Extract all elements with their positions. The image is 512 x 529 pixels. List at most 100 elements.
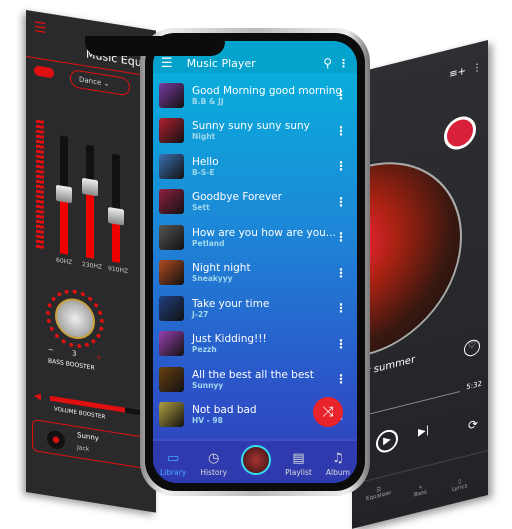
song-artist: J-27: [192, 309, 209, 319]
playlist-icon: ▤: [292, 451, 305, 466]
phone-frame: ☰ Music Player ⚲ ⋮ Good Morning good mor…: [140, 28, 370, 496]
bass-label: BASS BOOSTER: [48, 357, 95, 372]
menu-icon[interactable]: ☰: [34, 19, 47, 37]
song-item[interactable]: Night night Sneakyyy ⋮: [159, 257, 353, 289]
song-thumbnail: [159, 153, 184, 179]
song-more-icon[interactable]: ⋮: [335, 230, 347, 244]
level-meter: [36, 119, 44, 251]
volume-label: VOLUME BOOSTER: [54, 406, 106, 421]
song-artist: Petland: [192, 238, 225, 248]
song-item[interactable]: Just Kidding!!! Pezzh ⋮: [159, 328, 353, 360]
song-artist: Pezzh: [192, 345, 217, 354]
repeat-button[interactable]: ⟳: [468, 416, 478, 433]
song-item[interactable]: Goodbye Forever Sett ⋮: [159, 186, 353, 218]
song-title: Goodbye Forever: [192, 191, 282, 203]
bass-plus[interactable]: +: [96, 353, 102, 362]
search-icon[interactable]: ⚲: [323, 56, 332, 70]
song-thumbnail: [159, 366, 184, 392]
song-item[interactable]: How are you how are you... Petland ⋮: [159, 221, 353, 253]
song-item[interactable]: Hello B-S-E ⋮: [159, 150, 353, 182]
song-thumbnail: [159, 224, 184, 250]
song-artist: Sett: [192, 203, 210, 212]
band-slider-230[interactable]: [82, 144, 98, 259]
preset-select[interactable]: Dance ⌄: [70, 68, 130, 97]
shuffle-button[interactable]: ⤨: [313, 397, 343, 427]
song-title: Just Kidding!!!: [192, 333, 267, 345]
band-slider-60[interactable]: [56, 135, 72, 255]
song-item[interactable]: Good Morning good morning B.B & JJ ⋮: [159, 79, 353, 111]
song-artist: HV - 98: [192, 416, 223, 425]
song-more-icon[interactable]: ⋮: [335, 372, 347, 386]
song-artist: B.B & JJ: [192, 96, 224, 106]
equalizer-toggle[interactable]: [34, 65, 54, 79]
nav-bass[interactable]: ∿ Bass: [414, 483, 427, 498]
play-button[interactable]: ▶: [376, 427, 398, 455]
duration: 5:32: [466, 379, 482, 392]
nav-library[interactable]: ▭ Library: [160, 451, 186, 477]
mini-player[interactable]: Sunny Jack: [32, 418, 156, 472]
app-title: Music Player: [186, 56, 256, 70]
speaker-icon: ◀: [34, 391, 41, 403]
now-playing-screen: ≡+ ⋮ ner summer ♡ 5:32 ▶ ▶| ⟳ ☰ Equalizer…: [352, 40, 488, 529]
song-artist: Night: [192, 132, 216, 141]
phone-notch: [85, 36, 225, 56]
song-more-icon[interactable]: ⋮: [335, 159, 347, 173]
tonearm-icon: [444, 112, 476, 153]
song-title: Good Morning good morning: [192, 84, 343, 97]
song-item[interactable]: All the best all the best Sunnyy ⋮: [159, 363, 353, 395]
nav-equalizer[interactable]: ☰ Equalizer: [366, 484, 391, 503]
band-label: 230HZ: [82, 260, 103, 272]
band-label: 60HZ: [56, 256, 73, 267]
song-more-icon[interactable]: ⋮: [335, 88, 347, 102]
nav-album[interactable]: ♫ Album: [326, 451, 350, 477]
song-title: Take your time: [192, 297, 270, 310]
now-playing-thumb[interactable]: [241, 445, 272, 475]
more-icon[interactable]: ⋮: [338, 57, 349, 70]
band-label: 910HZ: [108, 264, 129, 276]
bottom-nav: ▭ Library ◷ History ▤ Playlist ♫ Album: [153, 439, 357, 483]
bass-value: 3: [72, 349, 77, 358]
song-thumbnail: [159, 402, 184, 427]
song-title: Hello: [192, 155, 219, 168]
nav-history[interactable]: ◷ History: [200, 451, 227, 477]
more-icon[interactable]: ⋮: [472, 61, 482, 74]
song-more-icon[interactable]: ⋮: [335, 124, 347, 138]
album-icon: ♫: [332, 451, 344, 466]
nav-lyrics[interactable]: ▯ Lyrics: [452, 477, 468, 493]
song-more-icon[interactable]: ⋮: [335, 337, 347, 351]
mini-title: Sunny: [77, 431, 99, 443]
song-thumbnail: [159, 189, 184, 214]
song-artist: Sneakyyy: [192, 274, 233, 283]
song-thumbnail: [159, 118, 184, 143]
song-thumbnail: [159, 260, 184, 285]
song-more-icon[interactable]: ⋮: [335, 195, 347, 209]
song-title: Night night: [192, 262, 251, 274]
song-title: All the best all the best: [192, 368, 314, 381]
song-artist: B-S-E: [192, 167, 215, 177]
folder-icon: ▭: [167, 451, 180, 466]
song-item[interactable]: Sunny suny suny suny Night ⋮: [159, 115, 353, 147]
mini-artist: Jack: [77, 444, 90, 454]
song-more-icon[interactable]: ⋮: [335, 301, 347, 315]
disc-icon: [47, 429, 65, 451]
bass-minus[interactable]: −: [48, 345, 54, 354]
menu-icon[interactable]: ☰: [161, 56, 173, 71]
song-item[interactable]: Take your time J-27 ⋮: [159, 292, 353, 324]
bass-knob[interactable]: [46, 285, 104, 353]
song-thumbnail: [159, 82, 184, 108]
queue-add-icon[interactable]: ≡+: [449, 65, 466, 80]
music-player-screen: ☰ Music Player ⚲ ⋮ Good Morning good mor…: [153, 41, 357, 483]
song-title: Sunny suny suny suny: [192, 120, 310, 132]
song-more-icon[interactable]: ⋮: [335, 266, 347, 280]
song-title: How are you how are you...: [192, 226, 336, 239]
divider: [352, 450, 488, 485]
band-slider-910[interactable]: [108, 153, 124, 263]
song-title: Not bad bad: [192, 404, 257, 416]
next-button[interactable]: ▶|: [418, 425, 429, 439]
heart-icon[interactable]: ♡: [464, 337, 480, 358]
equalizer-screen: ☰ Music Equal Dance ⌄ 60HZ 230HZ 910HZ −…: [26, 10, 156, 513]
song-thumbnail: [159, 295, 184, 321]
song-artist: Sunnyy: [192, 380, 224, 390]
clock-icon: ◷: [208, 451, 220, 466]
nav-playlist[interactable]: ▤ Playlist: [285, 451, 312, 477]
